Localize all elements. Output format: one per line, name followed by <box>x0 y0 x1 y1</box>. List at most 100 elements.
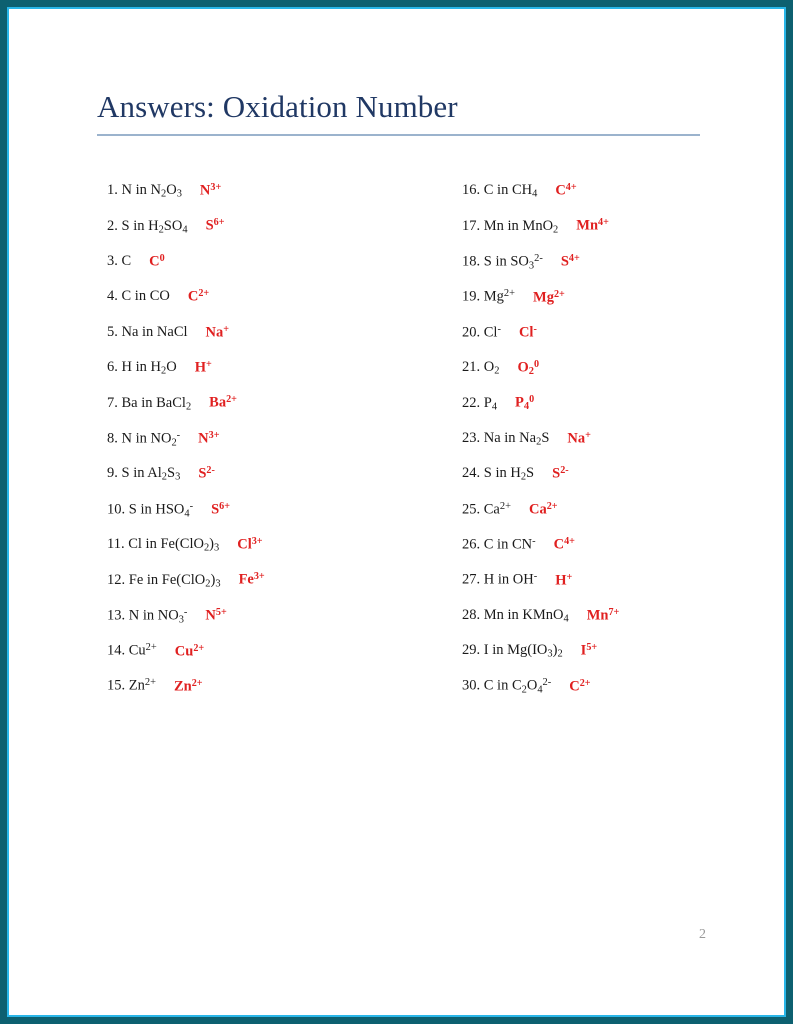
answer-value: C2+ <box>569 677 591 695</box>
answer-row: 20. Cl- Cl- <box>462 324 727 359</box>
answer-row: 19. Mg2+ Mg2+ <box>462 288 727 323</box>
answers-column-right: 16. C in CH4 C4+ 17. Mn in MnO2 Mn4+ 18. S i… <box>462 182 727 713</box>
answer-row: 27. H in OH- H+ <box>462 571 727 606</box>
answer-row: 28. Mn in KMnO4 Mn7+ <box>462 607 727 642</box>
answer-value: Mn7+ <box>586 606 620 623</box>
answer-value: S2- <box>198 465 215 482</box>
answer-value: N3+ <box>199 182 222 199</box>
answer-value: Cl- <box>518 324 537 341</box>
answer-row: 23. Na in Na2S Na+ <box>462 430 727 465</box>
answer-row: 6. H in H2O H+ <box>107 359 462 394</box>
answer-row: 13. N in NO3- N5+ <box>107 607 462 642</box>
answer-value: I5+ <box>580 642 598 659</box>
question-text: 20. Cl- <box>462 323 501 341</box>
question-text: 15. Zn2+ <box>107 677 156 695</box>
answer-value: Ca2+ <box>528 500 558 518</box>
question-text: 7. Ba in BaCl2 <box>107 394 192 413</box>
answer-row: 14. Cu2+ Cu2+ <box>107 642 462 677</box>
answer-value: N3+ <box>198 430 220 447</box>
answer-value: C0 <box>149 252 165 270</box>
answer-value: S4+ <box>560 253 580 270</box>
answer-row: 9. S in Al2S3 S2- <box>107 465 462 500</box>
answer-row: 12. Fe in Fe(ClO2)3 Fe3+ <box>107 571 462 606</box>
answer-row: 30. C in C2O42- C2+ <box>462 677 727 712</box>
answer-value: Cl3+ <box>237 535 263 553</box>
answer-row: 29. I in Mg(IO3)2 I5+ <box>462 642 727 677</box>
title-divider <box>97 133 700 136</box>
question-text: 13. N in NO3- <box>107 606 188 626</box>
question-text: 5. Na in NaCl <box>107 323 188 340</box>
answer-value: P40 <box>515 394 535 413</box>
answer-row: 15. Zn2+ Zn2+ <box>107 677 462 712</box>
answers-column-left: 1. N in N2O3 N3+ 2. S in H2SO4 S6+ 3. C C0 4. … <box>107 182 462 713</box>
title-block: Answers: Oxidation Number <box>97 89 707 136</box>
question-text: 19. Mg2+ <box>462 288 516 305</box>
question-text: 2. S in H2SO4 <box>107 217 188 236</box>
answer-row: 11. Cl in Fe(ClO2)3 Cl3+ <box>107 536 462 571</box>
answer-value: H+ <box>555 571 573 588</box>
page-border-outer: Answers: Oxidation Number 1. N in N2O3 N3… <box>0 0 793 1024</box>
question-text: 3. C <box>107 253 132 270</box>
document-page: Answers: Oxidation Number 1. N in N2O3 N3… <box>9 9 784 1015</box>
question-text: 17. Mn in MnO2 <box>462 217 559 236</box>
answer-row: 3. C C0 <box>107 253 462 288</box>
question-text: 9. S in Al2S3 <box>107 465 181 484</box>
answer-value: C4+ <box>555 182 577 199</box>
answer-value: Ba2+ <box>209 394 237 411</box>
question-text: 8. N in NO2- <box>107 429 181 449</box>
question-text: 4. C in CO <box>107 288 170 305</box>
answer-row: 24. S in H2S S2- <box>462 465 727 500</box>
question-text: 14. Cu2+ <box>107 642 157 659</box>
answer-value: Na+ <box>205 323 230 340</box>
question-text: 10. S in HSO4- <box>107 500 194 519</box>
answer-value: C4+ <box>553 536 575 553</box>
answer-row: 22. P4 P40 <box>462 394 727 429</box>
question-text: 18. S in SO32- <box>462 252 543 272</box>
answer-value: Cu2+ <box>174 642 205 659</box>
answer-row: 1. N in N2O3 N3+ <box>107 182 462 217</box>
question-text: 12. Fe in Fe(ClO2)3 <box>107 571 221 590</box>
answer-value: O20 <box>517 358 540 377</box>
answer-row: 17. Mn in MnO2 Mn4+ <box>462 217 727 252</box>
answer-value: Zn2+ <box>173 677 203 695</box>
page-title: Answers: Oxidation Number <box>97 89 458 124</box>
question-text: 21. O2 <box>462 359 500 377</box>
answer-value: C2+ <box>187 288 210 305</box>
page-border-inner: Answers: Oxidation Number 1. N in N2O3 N3… <box>7 7 786 1017</box>
answer-row: 18. S in SO32- S4+ <box>462 253 727 288</box>
answer-row: 8. N in NO2- N3+ <box>107 430 462 465</box>
question-text: 29. I in Mg(IO3)2 <box>462 642 563 661</box>
answer-row: 7. Ba in BaCl2 Ba2+ <box>107 394 462 429</box>
question-text: 16. C in CH4 <box>462 182 538 200</box>
answer-row: 2. S in H2SO4 S6+ <box>107 217 462 252</box>
question-text: 26. C in CN- <box>462 535 536 553</box>
question-text: 27. H in OH- <box>462 571 538 588</box>
answer-value: Mg2+ <box>533 288 565 305</box>
answer-value: N5+ <box>205 607 227 624</box>
answer-value: Na+ <box>567 429 591 446</box>
question-text: 24. S in H2S <box>462 465 535 484</box>
answer-row: 5. Na in NaCl Na+ <box>107 324 462 359</box>
answer-value: S6+ <box>205 217 225 234</box>
answer-value: S6+ <box>211 500 230 518</box>
answer-value: Fe3+ <box>238 571 265 588</box>
answers-columns: 1. N in N2O3 N3+ 2. S in H2SO4 S6+ 3. C C0 4. … <box>107 182 727 713</box>
question-text: 6. H in H2O <box>107 359 177 377</box>
answer-value: Mn4+ <box>576 217 609 234</box>
question-text: 11. Cl in Fe(ClO2)3 <box>107 536 220 554</box>
answer-row: 16. C in CH4 C4+ <box>462 182 727 217</box>
question-text: 25. Ca2+ <box>462 500 511 518</box>
answer-row: 10. S in HSO4- S6+ <box>107 501 462 536</box>
answer-row: 21. O2 O20 <box>462 359 727 394</box>
page-number: 2 <box>699 927 706 942</box>
question-text: 28. Mn in KMnO4 <box>462 606 569 625</box>
question-text: 1. N in N2O3 <box>107 182 182 200</box>
question-text: 23. Na in Na2S <box>462 429 550 448</box>
question-text: 22. P4 <box>462 394 498 413</box>
answer-row: 25. Ca2+ Ca2+ <box>462 501 727 536</box>
answer-row: 26. C in CN- C4+ <box>462 536 727 571</box>
answer-value: H+ <box>194 358 212 376</box>
question-text: 30. C in C2O42- <box>462 677 552 696</box>
answer-row: 4. C in CO C2+ <box>107 288 462 323</box>
answer-value: S2- <box>552 465 569 482</box>
